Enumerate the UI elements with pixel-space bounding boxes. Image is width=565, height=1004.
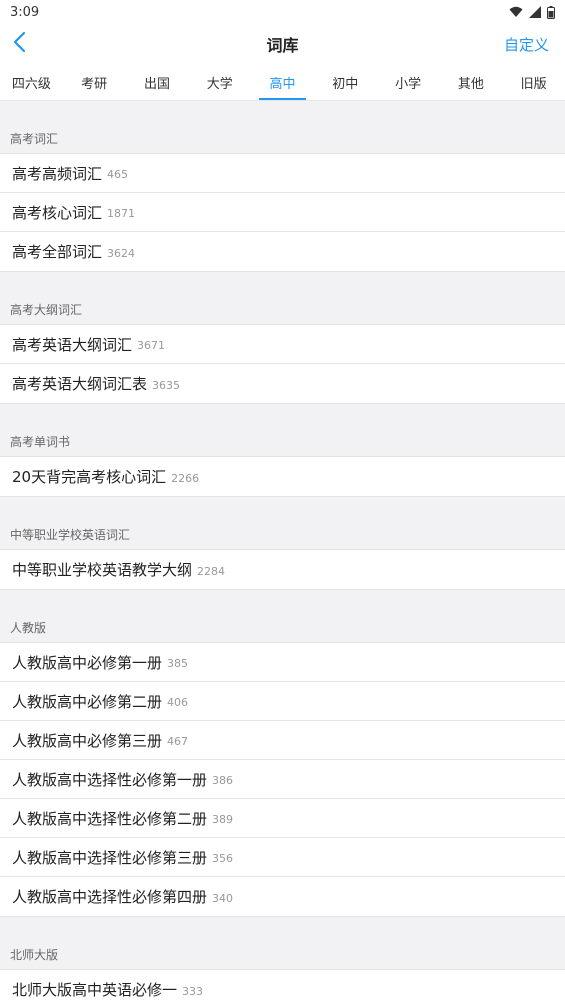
- wordbank-item[interactable]: 人教版高中选择性必修第三册 356: [0, 838, 565, 877]
- tab-item[interactable]: 考研: [63, 64, 126, 100]
- wordbank-item-count: 3624: [107, 246, 136, 260]
- wordbank-item[interactable]: 高考全部词汇 3624: [0, 232, 565, 271]
- wordbank-item[interactable]: 高考核心词汇 1871: [0, 193, 565, 232]
- wordbank-item-count: 389: [212, 813, 234, 826]
- tab-item[interactable]: 小学: [377, 64, 440, 100]
- wordbank-item-label: 中等职业学校英语教学大纲: [12, 561, 193, 579]
- section-header: 高考大纲词汇: [0, 272, 565, 324]
- wordbank-item-count: 333: [182, 984, 204, 998]
- wordbank-item[interactable]: 高考英语大纲词汇表 3635: [0, 364, 565, 403]
- wordbank-item-label: 人教版高中必修第三册: [12, 731, 163, 750]
- section-list: 人教版高中必修第一册 385 人教版高中必修第二册 406 人教版高中必修第三册 467 人…: [0, 642, 565, 917]
- wordbank-item[interactable]: 人教版高中选择性必修第一册 386: [0, 760, 565, 799]
- status-time: 3:09: [10, 4, 40, 20]
- wordbank-item-count: 1871: [107, 207, 136, 220]
- section-list: 中等职业学校英语教学大纲 2284: [0, 549, 565, 590]
- wordbank-item-label: 人教版高中选择性必修第三册: [12, 848, 208, 867]
- status-bar: 3:09: [0, 0, 565, 24]
- tab-item[interactable]: 高中: [251, 64, 314, 100]
- section-header: 北师大版: [0, 917, 565, 969]
- tab-item[interactable]: 其他: [439, 64, 502, 100]
- wordbank-item-count: 386: [212, 774, 234, 787]
- section-list: 20天背完高考核心词汇 2266: [0, 456, 565, 497]
- section-header: 人教版: [0, 590, 565, 642]
- page-title: 词库: [266, 36, 299, 55]
- section-list: 高考高频词汇 465 高考核心词汇 1871 高考全部词汇 3624: [0, 153, 565, 272]
- wordbank-item-count: 465: [107, 168, 129, 181]
- wordbank-item-count: 356: [212, 852, 234, 865]
- tab-item[interactable]: 出国: [126, 64, 189, 100]
- wordbank-item-count: 406: [167, 696, 189, 709]
- chevron-left-icon: [12, 31, 26, 57]
- wordbank-item-count: 2266: [171, 471, 200, 485]
- wordbank-item-label: 北师大版高中英语必修一: [12, 981, 178, 999]
- wordbank-item-label: 高考英语大纲词汇: [12, 335, 133, 354]
- section-header: 中等职业学校英语词汇: [0, 497, 565, 549]
- tab-item[interactable]: 初中: [314, 64, 377, 100]
- wordbank-item-count: 467: [167, 735, 189, 748]
- wordbank-item-label: 人教版高中必修第一册: [12, 653, 163, 672]
- wordbank-item[interactable]: 人教版高中必修第一册 385: [0, 643, 565, 682]
- tab-item[interactable]: 四六级: [0, 64, 63, 100]
- wordbank-item[interactable]: 高考英语大纲词汇 3671: [0, 325, 565, 364]
- status-icons: [509, 5, 555, 19]
- wordbank-item-label: 人教版高中必修第二册: [12, 692, 163, 711]
- wordbank-item-count: 385: [167, 657, 189, 670]
- wordbank-item-count: 3635: [152, 378, 181, 392]
- wordbank-item[interactable]: 北师大版高中英语必修一 333: [0, 970, 565, 1004]
- cellular-signal-icon: [529, 6, 541, 18]
- custom-button[interactable]: 自定义: [504, 34, 553, 55]
- battery-icon: [547, 5, 555, 19]
- section-header: 高考词汇: [0, 101, 565, 153]
- wordbank-list: 高考词汇 高考高频词汇 465 高考核心词汇 1871 高考全部词汇 3624 高考大纲词汇高…: [0, 101, 565, 1004]
- wordbank-item[interactable]: 人教版高中必修第二册 406: [0, 682, 565, 721]
- wordbank-item-label: 高考核心词汇: [12, 203, 103, 222]
- wordbank-item[interactable]: 高考高频词汇 465: [0, 154, 565, 193]
- wordbank-item-label: 20天背完高考核心词汇: [12, 468, 167, 486]
- section-list: 高考英语大纲词汇 3671 高考英语大纲词汇表 3635: [0, 324, 565, 404]
- wifi-icon: [509, 6, 523, 18]
- wordbank-item[interactable]: 人教版高中选择性必修第二册 389: [0, 799, 565, 838]
- wordbank-item[interactable]: 人教版高中选择性必修第四册 340: [0, 877, 565, 916]
- wordbank-item-count: 340: [212, 891, 234, 905]
- wordbank-item-label: 人教版高中选择性必修第一册: [12, 770, 208, 789]
- wordbank-item[interactable]: 20天背完高考核心词汇 2266: [0, 457, 565, 496]
- back-button[interactable]: [12, 26, 48, 62]
- tab-item[interactable]: 旧版: [502, 64, 565, 100]
- wordbank-item-count: 3671: [137, 339, 166, 352]
- wordbank-item[interactable]: 人教版高中必修第三册 467: [0, 721, 565, 760]
- tab-item[interactable]: 大学: [188, 64, 251, 100]
- section-header: 高考单词书: [0, 404, 565, 456]
- wordbank-item-label: 人教版高中选择性必修第二册: [12, 809, 208, 828]
- wordbank-item-label: 高考全部词汇: [12, 243, 103, 261]
- wordbank-item-label: 人教版高中选择性必修第四册: [12, 888, 208, 906]
- tab-bar: 四六级 考研 出国 大学 高中 初中 小学 其他 旧版: [0, 64, 565, 101]
- section-list: 北师大版高中英语必修一 333: [0, 969, 565, 1004]
- wordbank-item-label: 高考高频词汇: [12, 164, 103, 183]
- wordbank-item-label: 高考英语大纲词汇表: [12, 375, 148, 393]
- wordbank-item[interactable]: 中等职业学校英语教学大纲 2284: [0, 550, 565, 589]
- nav-bar: 词库 自定义: [0, 24, 565, 64]
- wordbank-item-count: 2284: [197, 564, 226, 578]
